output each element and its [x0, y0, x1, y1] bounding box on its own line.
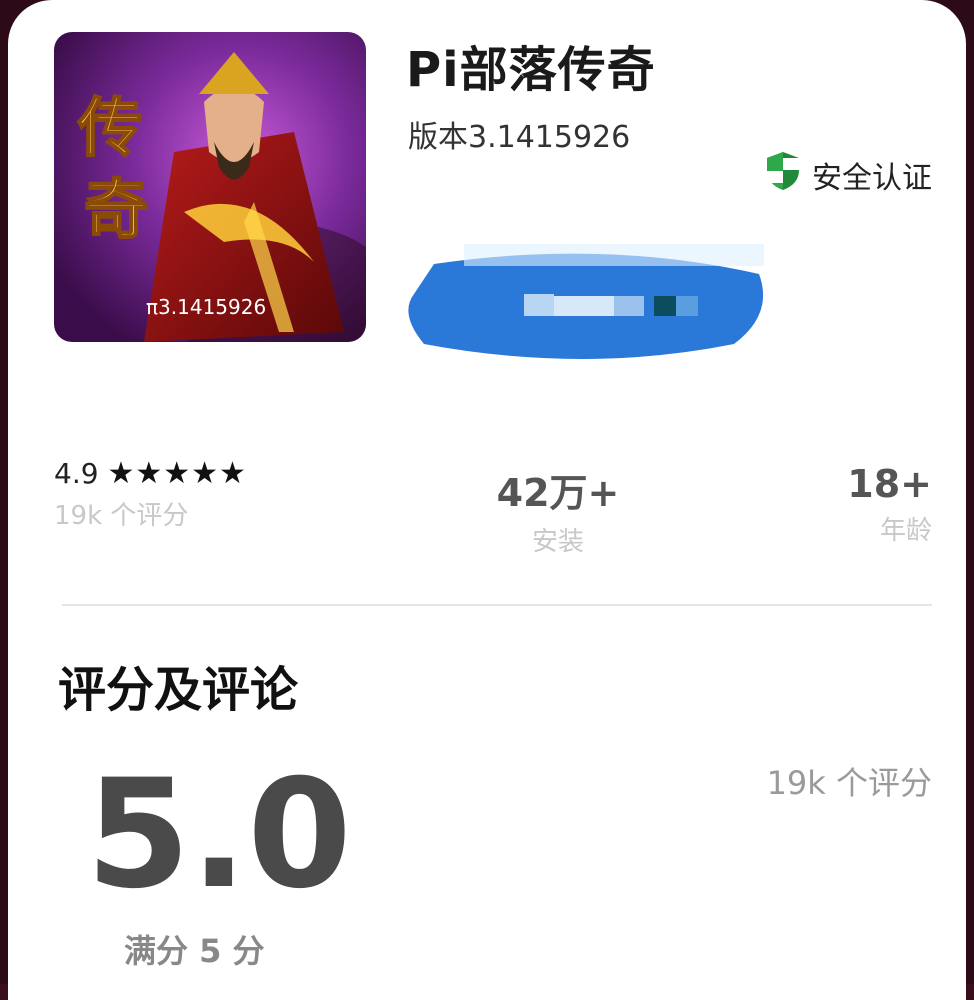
full-score-label: 满分 5 分	[124, 932, 265, 970]
app-version: 版本3.1415926	[408, 120, 631, 155]
icon-sub-text: π3.1415926	[146, 295, 266, 319]
age-label: 年龄	[879, 516, 932, 546]
rating-count: 19k 个评分	[54, 501, 189, 531]
age-value: 18+	[847, 462, 932, 506]
rating-value: 4.9	[54, 457, 99, 490]
redacted-area	[404, 244, 764, 370]
installs-value: 42万+	[496, 471, 620, 515]
app-title: Pi部落传奇	[406, 42, 656, 98]
icon-title-char-1: 传	[77, 91, 142, 166]
security-label: 安全认证	[812, 161, 932, 196]
stats-row: 4.9 ★★★★★ 19k 个评分 42万+ 安装 18+ 年龄	[8, 450, 966, 560]
security-badge[interactable]: 安全认证	[764, 150, 932, 200]
rating-stat[interactable]: 4.9 ★★★★★ 19k 个评分	[54, 456, 247, 532]
app-icon[interactable]: 传 奇 π3.1415926	[54, 32, 366, 342]
icon-title-char-2: 奇	[84, 173, 148, 248]
app-detail-card: 传 奇 π3.1415926 Pi部落传奇 版本3.1415926 安全认证 4…	[8, 0, 966, 1000]
reviews-section-title: 评分及评论	[58, 662, 299, 718]
divider	[62, 604, 932, 606]
review-count: 19k 个评分	[766, 764, 932, 802]
rating-stars: ★★★★★	[107, 456, 247, 491]
age-stat: 18+ 年龄	[847, 462, 932, 547]
average-score: 5.0	[86, 748, 352, 922]
installs-stat: 42万+ 安装	[478, 462, 638, 558]
shield-check-icon	[764, 150, 802, 200]
installs-label: 安装	[531, 527, 584, 557]
